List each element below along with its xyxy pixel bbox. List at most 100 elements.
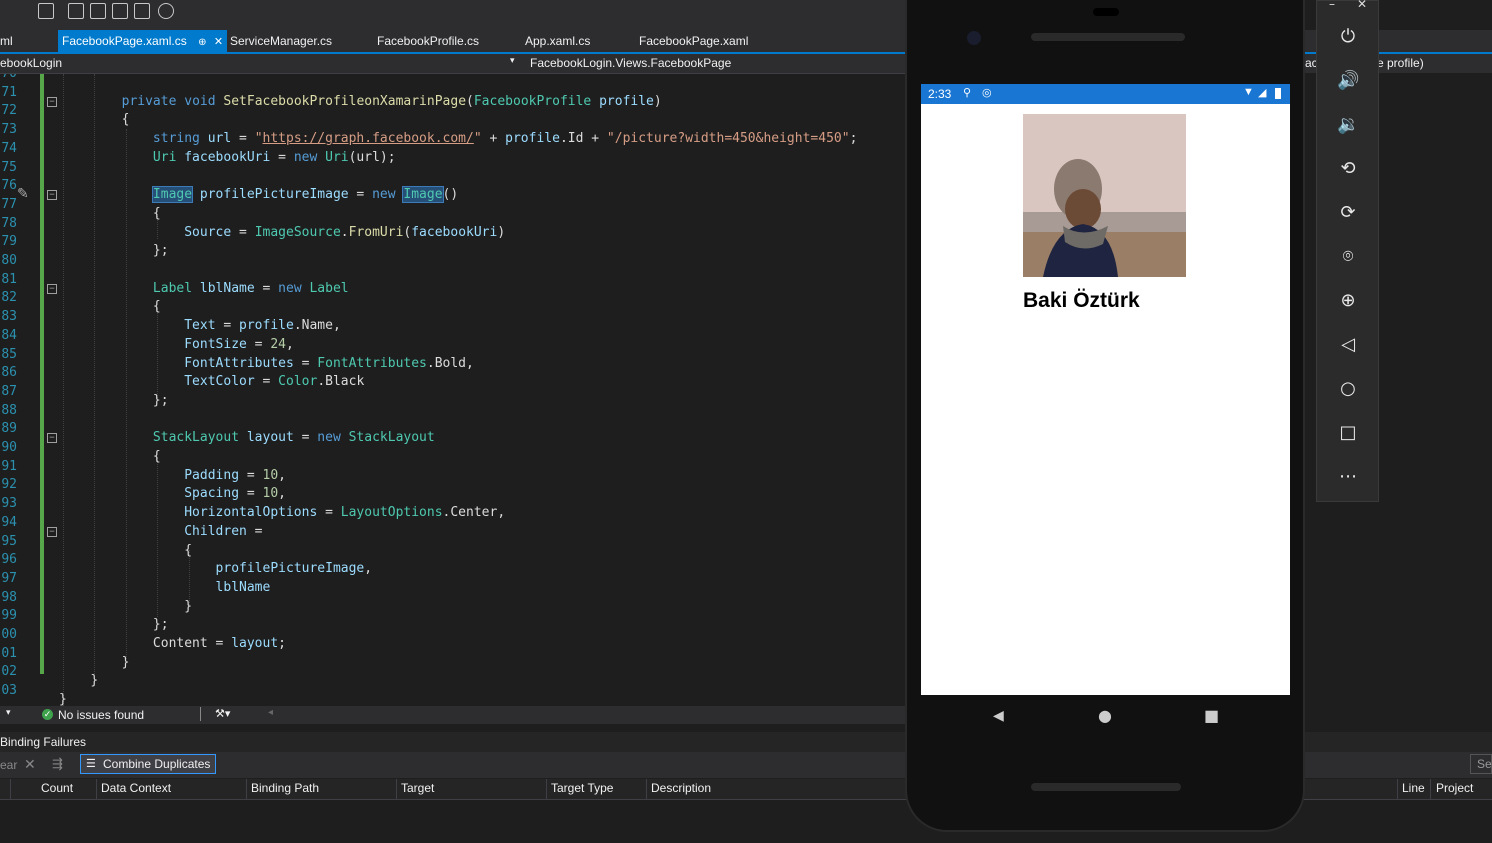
android-status-bar: 2:33 ⚲ ◎ ▼ ◢ [921,84,1290,104]
toolbar [0,0,905,30]
line-number: 71 [1,84,17,100]
image-icon[interactable] [112,3,128,19]
power-icon[interactable]: ⏻ [1337,26,1359,48]
tab-xaml[interactable]: ml [0,30,13,52]
zoom-dropdown-icon[interactable]: ▾ [6,707,11,718]
more-icon[interactable]: ⋯ [1337,466,1359,488]
code-line: lblName [215,579,271,595]
member-dropdown[interactable]: FacebookLogin.Views.FacebookPage [530,56,731,70]
tab-facebookprofile[interactable]: FacebookProfile.cs [377,30,479,52]
search-input[interactable]: Sea [1470,754,1492,774]
code-line: Text = profile.Name, [184,318,341,334]
scroll-left-icon[interactable]: ◂ [268,707,273,718]
rotate-right-icon[interactable]: ⟳ [1337,202,1359,224]
code-line: StackLayout layout = new StackLayout [152,430,435,446]
code-line: { [152,449,161,464]
fold-icon[interactable]: − [47,527,57,537]
column-separator [1397,779,1398,799]
code-line: }; [152,617,169,633]
column-binding-path[interactable]: Binding Path [251,781,319,795]
fold-icon[interactable]: − [47,284,57,294]
line-number: 98 [1,589,17,605]
line-number: 78 [1,215,17,231]
code-line: { [184,542,193,558]
column-data-context[interactable]: Data Context [101,781,171,795]
line-number: 74 [1,140,17,156]
back-icon[interactable]: ◁ [1337,334,1359,356]
zoom-icon[interactable]: ⊕ [1337,290,1359,312]
brush-icon[interactable]: ⚒▾ [215,707,230,720]
home-icon[interactable]: ○ [1337,378,1359,400]
column-separator [10,779,11,799]
column-separator [396,779,397,799]
fold-icon[interactable]: − [47,97,57,107]
rotate-left-icon[interactable]: ⟲ [1337,158,1359,180]
combine-duplicates-button[interactable]: ☰ Combine Duplicates [80,754,216,774]
camera-icon[interactable]: ⌾ [1337,246,1359,268]
code-line: } [121,654,130,670]
column-project[interactable]: Project [1436,781,1473,795]
signal-icon: ◢ [1258,87,1267,99]
column-target[interactable]: Target [401,781,434,795]
nav-right-partial-b: e profile) [1377,56,1424,70]
profile-name-label: Baki Öztürk [1023,289,1140,312]
code-line: Source = ImageSource.FromUri(facebookUri… [184,224,506,240]
column-target-type[interactable]: Target Type [551,781,613,795]
tab-facebookpage-xaml[interactable]: FacebookPage.xaml [639,30,748,52]
speaker-grille [1031,33,1185,41]
volume-up-icon[interactable]: 🔊 [1337,70,1359,92]
chevron-down-icon[interactable]: ▾ [510,55,515,66]
code-line: { [121,112,130,128]
nav-home-button[interactable]: ● [1098,706,1112,725]
code-line: TextColor = Color.Black [184,374,365,390]
code-line: Content = layout; [152,636,286,651]
nav-back-button[interactable]: ◀ [993,708,1004,724]
code-editor[interactable]: 7071 72 73 74 75 76 77 78 79 80 81 82 83 84 85 86 87 88 89… [0,74,905,706]
emulator-toolbar: – ✕ ⏻ 🔊 🔉 ⟲ ⟳ ⌾ ⊕ ◁ ○ □ ⋯ [1316,0,1379,502]
nav-recent-button[interactable]: ■ [1204,706,1219,725]
save-all-icon[interactable] [38,3,54,19]
volume-down-icon[interactable]: 🔉 [1337,114,1359,136]
front-camera [967,31,981,45]
document-icon[interactable] [134,3,150,19]
line-number: 81 [1,271,17,287]
column-separator [96,779,97,799]
column-description[interactable]: Description [651,781,711,795]
phone-screen[interactable]: Baki Öztürk [921,84,1290,695]
column-count[interactable]: Count [41,781,73,795]
column-line[interactable]: Line [1402,781,1425,795]
code-line: Image profilePictureImage = new Image() [151,186,459,204]
quick-action-icon[interactable]: ✎ [17,186,29,202]
project-dropdown[interactable]: ebookLogin [0,56,62,70]
new-file-icon[interactable] [68,3,84,19]
navigation-bar: ebookLogin ▾ FacebookLogin.Views.Faceboo… [0,54,905,74]
line-number: 03 [1,683,17,699]
code-line: { [152,299,161,315]
line-number: 85 [1,346,17,362]
tab-app-xaml-cs[interactable]: App.xaml.cs [525,30,590,52]
code-line: private void SetFacebookProfileonXamarin… [121,93,662,109]
overview-icon[interactable]: □ [1337,422,1359,444]
line-number: 90 [1,440,17,455]
pin-icon[interactable]: ⊕ [198,37,206,48]
line-number: 92 [1,477,17,493]
url-link[interactable]: https://graph.facebook.com/ [263,131,474,146]
wifi-icon: ▼ [1243,86,1254,98]
fold-icon[interactable]: − [47,433,57,443]
issues-status[interactable]: No issues found [58,708,144,722]
tab-servicemanager[interactable]: ServiceManager.cs [230,30,332,52]
close-icon[interactable]: ✕ [24,756,36,773]
fold-icon[interactable]: − [47,190,57,200]
profile-photo-image [1023,114,1186,277]
minimize-icon[interactable]: – [1329,0,1335,11]
filter-icon[interactable]: ⇶ [52,756,63,772]
line-number: 96 [1,552,17,568]
clear-button[interactable]: ear [0,758,17,772]
close-icon[interactable]: ✕ [214,36,223,48]
close-icon[interactable]: ✕ [1357,0,1367,11]
line-number: 88 [1,402,17,418]
settings-icon[interactable] [158,3,174,19]
package-icon[interactable] [90,3,106,19]
line-number: 99 [1,608,17,624]
tab-facebookpage-xaml-cs[interactable]: FacebookPage.xaml.cs ⊕ ✕ [58,30,228,52]
